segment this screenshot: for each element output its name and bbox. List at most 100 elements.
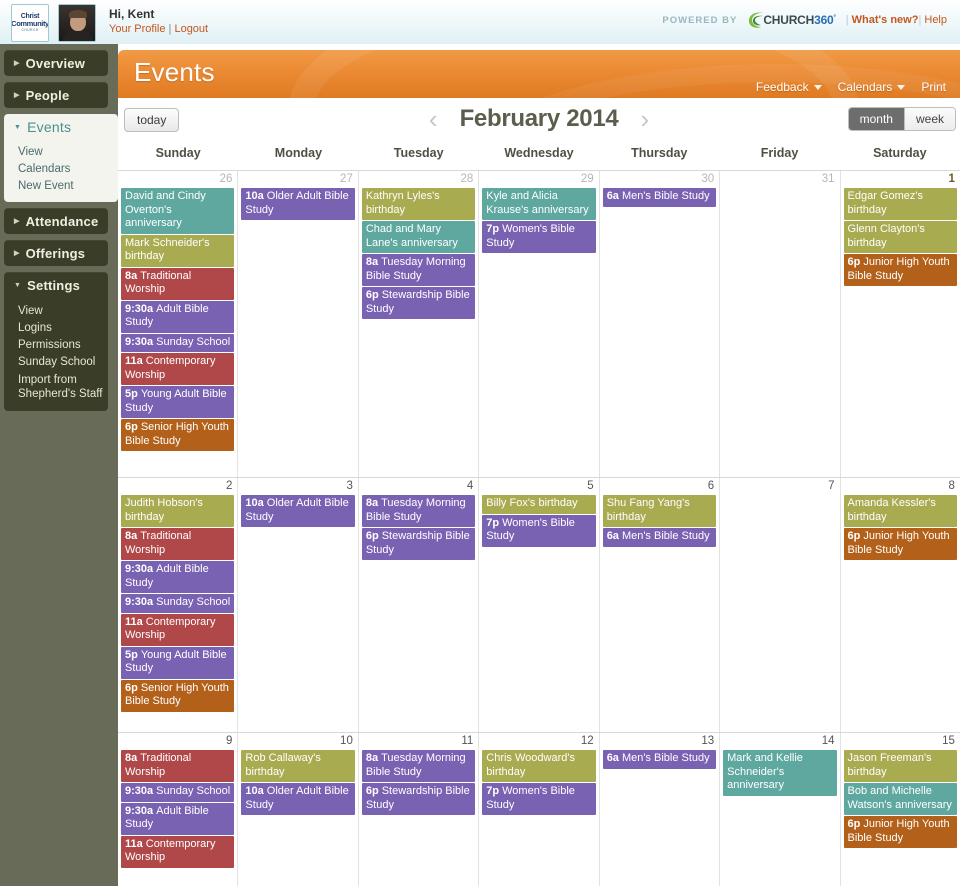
calendar-event[interactable]: Billy Fox's birthday [482, 495, 596, 514]
calendar-event[interactable]: David and Cindy Overton's anniversary [121, 188, 235, 234]
sidebar-item-events[interactable]: ▼ Events [4, 114, 118, 140]
calendar-event[interactable]: Amanda Kessler's birthday [843, 495, 957, 527]
calendar-day-cell[interactable]: 6 Shu Fang Yang's birthday 6a Men's Bible S… [600, 478, 721, 732]
calendar-event[interactable]: 7p Women's Bible Study [482, 514, 596, 547]
calendar-event[interactable]: 10a Older Adult Bible Study [241, 495, 355, 527]
calendar-day-cell[interactable]: 28 Kathryn Lyles's birthday Chad and Mary … [359, 171, 480, 477]
help-link[interactable]: Help [924, 14, 947, 26]
sidebar-subitem-settings-sunday-school[interactable]: Sunday School [18, 354, 108, 371]
calendar-day-cell[interactable]: 7 [720, 478, 841, 732]
calendar-event[interactable]: 8a Tuesday Morning Bible Study [361, 750, 476, 782]
calendar-event[interactable]: 6a Men's Bible Study [602, 528, 717, 547]
calendar-day-cell[interactable]: 31 [720, 171, 841, 477]
sidebar-subitem-settings-permissions[interactable]: Permissions [18, 337, 108, 354]
calendar-event[interactable]: 6p Senior High Youth Bible Study [121, 679, 235, 712]
calendar-event[interactable]: 11a Contemporary Worship [121, 613, 235, 646]
calendar-event[interactable]: 9:30a Adult Bible Study [121, 802, 235, 835]
sidebar-subitem-events-calendars[interactable]: Calendars [18, 161, 118, 178]
avatar[interactable] [58, 4, 96, 42]
calendar-day-cell[interactable]: 29 Kyle and Alicia Krause's anniversary 7p… [479, 171, 600, 477]
calendar-day-cell[interactable]: 8 Amanda Kessler's birthday 6p Junior High … [841, 478, 960, 732]
church-logo[interactable]: Christ Community CHURCH [11, 4, 49, 42]
sidebar-subitem-settings-import[interactable]: Import from Shepherd's Staff [18, 371, 108, 403]
calendar-event[interactable]: 5p Young Adult Bible Study [121, 386, 235, 418]
calendar-event[interactable]: 6p Stewardship Bible Study [361, 528, 476, 560]
calendar-day-cell[interactable]: 30 6a Men's Bible Study [600, 171, 721, 477]
sidebar-subitem-events-new-event[interactable]: New Event [18, 178, 118, 195]
calendar-event[interactable]: 11a Contemporary Worship [121, 353, 235, 385]
calendar-event[interactable]: Edgar Gomez's birthday [843, 188, 957, 220]
calendar-event[interactable]: 7p Women's Bible Study [482, 783, 596, 815]
calendar-event[interactable]: Rob Callaway's birthday [241, 750, 355, 782]
calendar-event[interactable]: 9:30a Sunday School [121, 333, 235, 352]
calendar-event[interactable]: Jason Freeman's birthday [843, 750, 957, 782]
calendar-event[interactable]: 9:30a Sunday School [121, 783, 235, 802]
calendar-event[interactable]: 9:30a Adult Bible Study [121, 300, 235, 333]
calendar-event[interactable]: Kathryn Lyles's birthday [361, 188, 476, 220]
calendar-day-cell[interactable]: 10 Rob Callaway's birthday 10a Older Adult … [238, 733, 359, 886]
whats-new-link[interactable]: What's new? [852, 14, 919, 26]
next-month-button[interactable]: › [640, 106, 649, 132]
calendar-event[interactable]: 6a Men's Bible Study [602, 750, 717, 769]
calendar-event[interactable]: Shu Fang Yang's birthday [602, 495, 717, 527]
calendar-day-cell[interactable]: 14 Mark and Kellie Schneider's anniversar… [720, 733, 841, 886]
week-view-button[interactable]: week [903, 108, 955, 130]
calendar-event[interactable]: 8a Traditional Worship [121, 267, 235, 300]
feedback-menu[interactable]: Feedback [756, 80, 822, 94]
calendar-event[interactable]: Chris Woodward's birthday [482, 750, 596, 782]
sidebar-item-settings[interactable]: ▼ Settings [4, 272, 108, 298]
calendar-event[interactable]: Kyle and Alicia Krause's anniversary [482, 188, 596, 220]
calendar-event[interactable]: 10a Older Adult Bible Study [241, 188, 355, 220]
calendar-event[interactable]: 6p Stewardship Bible Study [361, 287, 476, 319]
calendar-day-cell[interactable]: 12 Chris Woodward's birthday 7p Women's Bib… [479, 733, 600, 886]
calendar-event[interactable]: 11a Contemporary Worship [121, 835, 235, 868]
calendar-day-cell[interactable]: 1 Edgar Gomez's birthday Glenn Clayton's b… [841, 171, 960, 477]
previous-month-button[interactable]: ‹ [429, 106, 438, 132]
chevron-right-icon: ▶ [14, 60, 20, 67]
calendar-event[interactable]: Mark Schneider's birthday [121, 234, 235, 267]
calendar-event[interactable]: Glenn Clayton's birthday [843, 221, 957, 253]
sidebar-item-overview[interactable]: ▶ Overview [4, 50, 108, 76]
calendar-event[interactable]: 9:30a Adult Bible Study [121, 561, 235, 593]
calendar-event[interactable]: 6p Junior High Youth Bible Study [843, 254, 957, 286]
church360-logo[interactable]: CHURCH360° [746, 9, 836, 31]
calendar-event[interactable]: 6p Stewardship Bible Study [361, 783, 476, 815]
calendar-event[interactable]: 6p Junior High Youth Bible Study [843, 528, 957, 560]
calendar-day-cell[interactable]: 11 8a Tuesday Morning Bible Study 6p Steward… [359, 733, 480, 886]
calendar-day-cell[interactable]: 27 10a Older Adult Bible Study [238, 171, 359, 477]
calendar-event[interactable]: 5p Young Adult Bible Study [121, 646, 235, 679]
sidebar-item-attendance[interactable]: ▶ Attendance [4, 208, 108, 234]
calendar-day-cell[interactable]: 2 Judith Hobson's birthday 8a Traditional W… [118, 478, 239, 732]
calendar-day-cell[interactable]: 26 David and Cindy Overton's anniversary M… [118, 171, 239, 477]
sidebar-subitem-settings-logins[interactable]: Logins [18, 320, 108, 337]
calendar-event[interactable]: Mark and Kellie Schneider's anniversary [723, 750, 837, 796]
calendar-day-cell[interactable]: 13 6a Men's Bible Study [600, 733, 721, 886]
calendar-event[interactable]: Judith Hobson's birthday [121, 495, 235, 527]
calendar-event[interactable]: 9:30a Sunday School [121, 594, 235, 613]
calendar-event[interactable]: Bob and Michelle Watson's anniversary [843, 783, 957, 815]
sidebar-item-people[interactable]: ▶ People [4, 82, 108, 108]
calendar-event[interactable]: 8a Tuesday Morning Bible Study [361, 254, 476, 286]
calendar-event[interactable]: 8a Traditional Worship [121, 528, 235, 560]
calendar-event[interactable]: 6p Senior High Youth Bible Study [121, 419, 235, 451]
calendar-day-cell[interactable]: 3 10a Older Adult Bible Study [238, 478, 359, 732]
calendar-event[interactable]: 6p Junior High Youth Bible Study [843, 816, 957, 848]
sidebar-subitem-settings-view[interactable]: View [18, 303, 108, 320]
calendar-day-cell[interactable]: 15 Jason Freeman's birthday Bob and Michel… [841, 733, 960, 886]
calendar-event[interactable]: 7p Women's Bible Study [482, 221, 596, 253]
month-view-button[interactable]: month [848, 108, 904, 130]
calendar-event[interactable]: 8a Tuesday Morning Bible Study [361, 495, 476, 527]
logout-link[interactable]: Logout [174, 23, 208, 35]
print-button[interactable]: Print [921, 80, 946, 94]
calendars-menu[interactable]: Calendars [838, 80, 906, 94]
calendar-event[interactable]: 6a Men's Bible Study [602, 188, 717, 207]
calendar-event[interactable]: 10a Older Adult Bible Study [241, 783, 355, 815]
sidebar-item-offerings[interactable]: ▶ Offerings [4, 240, 108, 266]
sidebar-subitem-events-view[interactable]: View [18, 144, 118, 161]
calendar-event[interactable]: Chad and Mary Lane's anniversary [361, 221, 476, 253]
calendar-day-cell[interactable]: 5 Billy Fox's birthday 7p Women's Bible Stu… [479, 478, 600, 732]
calendar-day-cell[interactable]: 4 8a Tuesday Morning Bible Study 6p Stewards… [359, 478, 480, 732]
your-profile-link[interactable]: Your Profile [109, 23, 165, 35]
calendar-day-cell[interactable]: 9 8a Traditional Worship 9:30a Sunday School… [118, 733, 239, 886]
calendar-event[interactable]: 8a Traditional Worship [121, 750, 235, 782]
